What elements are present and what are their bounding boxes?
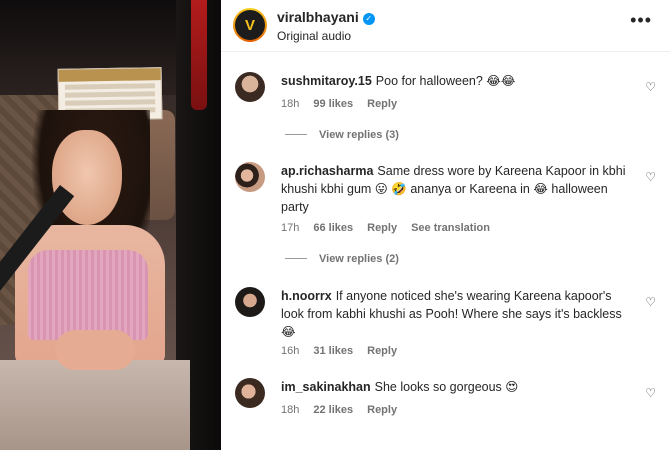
- comment-text: She looks so gorgeous 😍: [374, 380, 519, 394]
- heart-icon[interactable]: ♡: [645, 295, 656, 309]
- comment-time[interactable]: 18h: [281, 404, 299, 416]
- heart-icon[interactable]: ♡: [645, 386, 656, 400]
- comment-username[interactable]: sushmitaroy.15: [281, 74, 372, 88]
- reply-button[interactable]: Reply: [367, 404, 397, 416]
- verified-icon: ✓: [362, 13, 375, 25]
- username-text[interactable]: viralbhayani: [277, 9, 359, 25]
- comment-body: ap.richasharma Same dress wore by Kareena…: [281, 162, 626, 216]
- view-replies-button[interactable]: View replies (2): [285, 253, 399, 265]
- comment-likes[interactable]: 99 likes: [313, 98, 353, 110]
- comment-body: im_sakinakhan She looks so gorgeous 😍: [281, 378, 626, 396]
- post-video[interactable]: [0, 0, 221, 450]
- reply-button[interactable]: Reply: [367, 345, 397, 357]
- hands: [55, 330, 135, 370]
- profile-avatar[interactable]: V: [233, 8, 267, 42]
- view-replies-label[interactable]: View replies (2): [319, 253, 399, 265]
- comments-panel: V viralbhayani ✓ Original audio ••• sushm…: [221, 0, 670, 450]
- comment-username[interactable]: h.noorrx: [281, 289, 332, 303]
- comment-meta: 18h 99 likes Reply: [281, 98, 411, 110]
- pink-top: [28, 250, 148, 340]
- comment-time[interactable]: 18h: [281, 98, 299, 110]
- post-header: V viralbhayani ✓ Original audio •••: [221, 0, 670, 52]
- more-options-icon[interactable]: •••: [630, 10, 652, 31]
- car-door-edge: [191, 0, 207, 110]
- comment-text: Poo for halloween? 😂😂: [375, 74, 516, 88]
- comment-meta: 17h 66 likes Reply See translation: [281, 222, 504, 234]
- post-username[interactable]: viralbhayani ✓: [277, 9, 375, 25]
- comment-body: h.noorrx If anyone noticed she's wearing …: [281, 287, 626, 341]
- comment-time[interactable]: 16h: [281, 345, 299, 357]
- see-translation-button[interactable]: See translation: [411, 222, 490, 234]
- comment-username[interactable]: ap.richasharma: [281, 164, 373, 178]
- avatar[interactable]: [235, 162, 265, 192]
- logo-letter: V: [235, 10, 265, 40]
- comment-text: If anyone noticed she's wearing Kareena …: [281, 289, 622, 339]
- view-replies-label[interactable]: View replies (3): [319, 129, 399, 141]
- heart-icon[interactable]: ♡: [645, 80, 656, 94]
- comment-likes[interactable]: 66 likes: [313, 222, 353, 234]
- comment-likes[interactable]: 31 likes: [313, 345, 353, 357]
- avatar[interactable]: [235, 378, 265, 408]
- comment-username[interactable]: im_sakinakhan: [281, 380, 371, 394]
- avatar[interactable]: [235, 72, 265, 102]
- comment-body: sushmitaroy.15 Poo for halloween? 😂😂: [281, 72, 626, 90]
- comment-time[interactable]: 17h: [281, 222, 299, 234]
- avatar[interactable]: [235, 287, 265, 317]
- reply-button[interactable]: Reply: [367, 98, 397, 110]
- audio-link[interactable]: Original audio: [277, 29, 351, 43]
- comment-meta: 16h 31 likes Reply: [281, 345, 411, 357]
- heart-icon[interactable]: ♡: [645, 170, 656, 184]
- comment-meta: 18h 22 likes Reply: [281, 404, 411, 416]
- view-replies-button[interactable]: View replies (3): [285, 129, 399, 141]
- reply-button[interactable]: Reply: [367, 222, 397, 234]
- skirt: [0, 360, 190, 450]
- comment-likes[interactable]: 22 likes: [313, 404, 353, 416]
